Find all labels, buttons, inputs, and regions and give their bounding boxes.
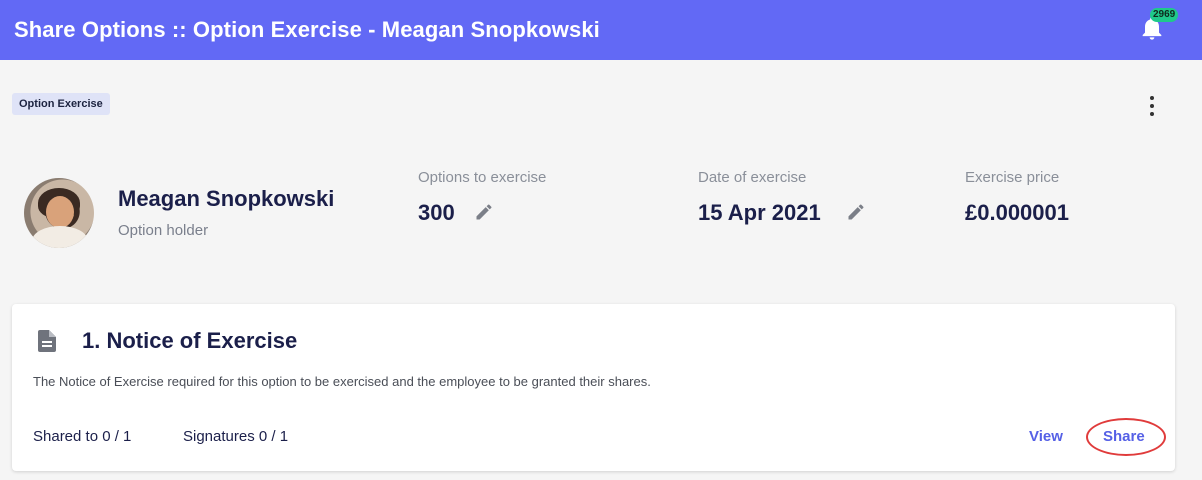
edit-options-pencil-icon[interactable] [474,202,494,222]
notifications-button[interactable]: 2969 [1132,6,1179,46]
avatar-shirt [32,226,88,248]
exercise-price-label: Exercise price [965,169,1060,186]
holder-role: Option holder [118,222,209,239]
document-title: 1. Notice of Exercise [82,328,298,353]
options-to-exercise-label: Options to exercise [418,169,547,186]
page-title: Share Options :: Option Exercise - Meaga… [14,17,600,42]
shared-count: Shared to 0 / 1 [33,428,132,445]
date-of-exercise-label: Date of exercise [698,169,807,186]
kebab-menu-icon [1150,96,1154,100]
top-app-bar: Share Options :: Option Exercise - Meaga… [0,0,1202,60]
options-to-exercise-value: 300 [418,200,455,225]
exercise-price-value: £0.000001 [965,200,1069,225]
option-exercise-tag: Option Exercise [12,93,110,115]
document-description: The Notice of Exercise required for this… [33,374,651,389]
holder-name: Meagan Snopkowski [118,186,335,211]
signatures-count: Signatures 0 / 1 [183,428,289,445]
notice-of-exercise-card: 1. Notice of Exercise The Notice of Exer… [12,304,1175,471]
avatar [24,178,94,248]
notification-count-badge: 2969 [1150,8,1179,22]
date-of-exercise-value: 15 Apr 2021 [698,200,821,225]
view-button[interactable]: View [1029,428,1063,445]
document-icon [38,330,56,352]
kebab-dot [1150,104,1154,108]
edit-date-pencil-icon[interactable] [846,202,866,222]
main-content: Option Exercise Meagan Snopkowski Option… [0,60,1202,480]
kebab-dot [1150,112,1154,116]
avatar-face [46,196,74,228]
more-options-button[interactable] [1144,94,1160,118]
share-button[interactable]: Share [1103,428,1145,445]
